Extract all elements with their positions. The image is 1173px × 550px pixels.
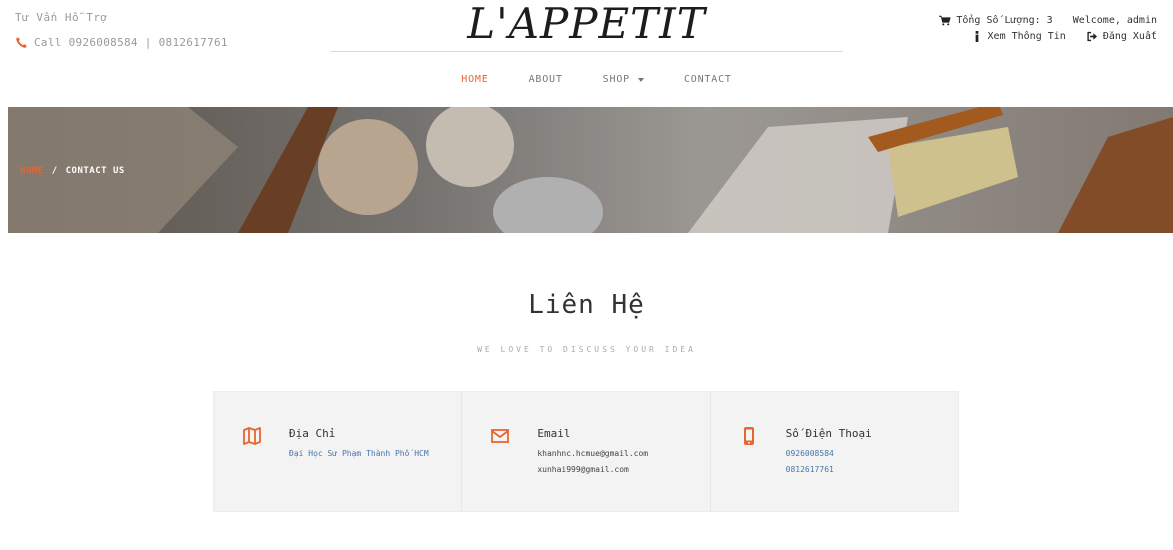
breadcrumb-current: CONTACT US [65, 166, 125, 176]
phone-label: Số Điện Thoại [785, 427, 872, 440]
site-logo[interactable]: L'APPETIT [330, 0, 843, 48]
support-phone-text: Call 0926008584 | 0812617761 [34, 36, 228, 49]
nav-about[interactable]: ABOUT [529, 74, 563, 85]
map-icon [243, 427, 261, 445]
main-nav: HOME ABOUT SHOP CONTACT [0, 74, 1173, 85]
profile-link[interactable]: Xem Thông Tin [971, 30, 1066, 42]
page-subtitle: WE LOVE TO DISCUSS YOUR IDEA [477, 345, 696, 354]
phone-value-1[interactable]: 0926008584 [786, 446, 958, 462]
cart-icon [939, 15, 952, 25]
breadcrumb-separator: / [51, 166, 58, 176]
breadcrumb: HOME / CONTACT US [20, 166, 125, 176]
phone-icon [16, 37, 27, 48]
email-value-1[interactable]: khanhnc.hcmue@gmail.com [537, 446, 709, 462]
email-card: Email khanhnc.hcmue@gmail.com xunhai999@… [461, 392, 709, 511]
logout-link[interactable]: Đăng Xuất [1086, 31, 1157, 42]
account-panel: Tổng Số Lượng: 3 Welcome, admin Xem Thôn… [939, 12, 1157, 44]
caret-down-icon [637, 77, 644, 82]
phone-value-2[interactable]: 0812617761 [786, 462, 958, 478]
support-title: Tư Vấn Hỗ Trợ [15, 11, 108, 24]
sign-out-icon [1087, 31, 1097, 41]
header-divider [330, 51, 843, 52]
top-header: Tư Vấn Hỗ Trợ Call 0926008584 | 08126177… [0, 0, 1173, 100]
address-label: Địa Chỉ [289, 427, 336, 440]
banner-image [8, 107, 1173, 233]
breadcrumb-home[interactable]: HOME [20, 166, 44, 176]
nav-contact[interactable]: CONTACT [684, 74, 732, 85]
envelope-icon [491, 429, 510, 443]
nav-shop-label: SHOP [602, 74, 630, 85]
phone-card: Số Điện Thoại 0926008584 0812617761 [709, 392, 958, 511]
nav-home[interactable]: HOME [461, 74, 488, 85]
support-phone[interactable]: Call 0926008584 | 0812617761 [15, 36, 228, 49]
cart-count-label: Tổng Số Lượng: 3 [956, 14, 1053, 26]
nav-shop[interactable]: SHOP [603, 74, 644, 85]
cart-summary[interactable]: Tổng Số Lượng: 3 [939, 14, 1053, 26]
address-card: Địa Chỉ Đại Học Sư Phạm Thành Phố HCM [214, 392, 461, 511]
welcome-text: Welcome, admin [1073, 15, 1157, 26]
email-value-2[interactable]: xunhai999@gmail.com [537, 462, 709, 478]
address-value: Đại Học Sư Phạm Thành Phố HCM [289, 449, 429, 458]
page-title: Liên Hệ [528, 290, 645, 320]
email-label: Email [537, 427, 571, 440]
profile-link-label: Xem Thông Tin [987, 30, 1066, 42]
logout-link-label: Đăng Xuất [1102, 30, 1157, 42]
contact-cards: Địa Chỉ Đại Học Sư Phạm Thành Phố HCM Em… [213, 391, 959, 512]
mobile-icon [743, 427, 754, 445]
welcome-label: Welcome, admin [1072, 14, 1157, 26]
info-icon [975, 30, 978, 42]
hero-banner: HOME / CONTACT US [8, 107, 1173, 233]
